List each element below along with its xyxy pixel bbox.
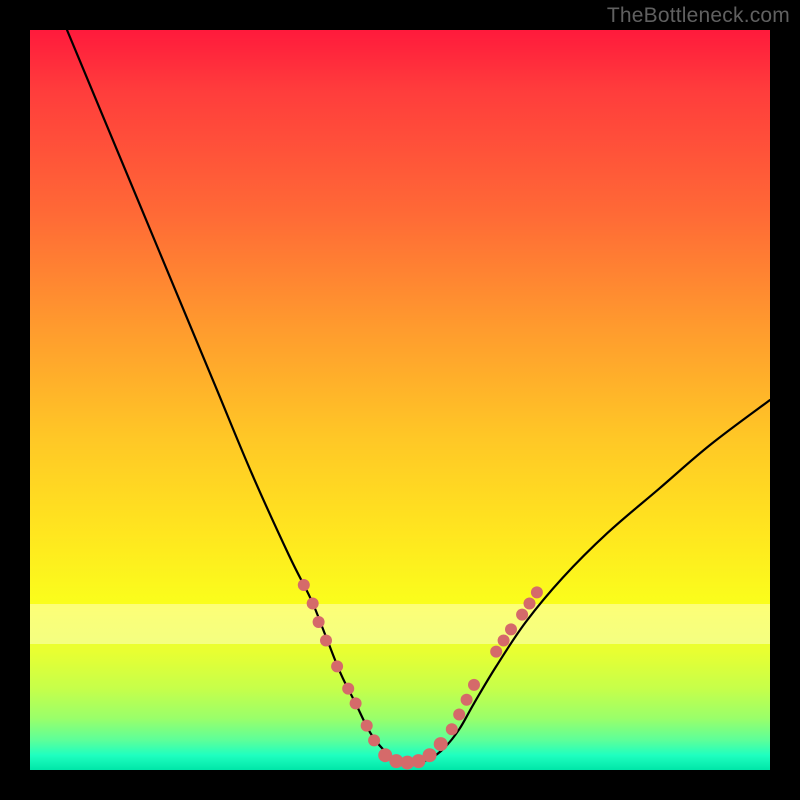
data-point bbox=[453, 709, 465, 721]
data-point bbox=[313, 616, 325, 628]
data-markers bbox=[298, 579, 543, 770]
data-point bbox=[490, 646, 502, 658]
data-point bbox=[368, 734, 380, 746]
data-point bbox=[434, 737, 448, 751]
data-point bbox=[516, 609, 528, 621]
data-point bbox=[461, 694, 473, 706]
data-point bbox=[342, 683, 354, 695]
data-point bbox=[298, 579, 310, 591]
data-point bbox=[524, 598, 536, 610]
curve-layer bbox=[30, 30, 770, 770]
data-point bbox=[505, 623, 517, 635]
data-point bbox=[331, 660, 343, 672]
plot-area bbox=[30, 30, 770, 770]
watermark-text: TheBottleneck.com bbox=[607, 4, 790, 28]
data-point bbox=[320, 635, 332, 647]
data-point bbox=[361, 720, 373, 732]
data-point bbox=[423, 748, 437, 762]
data-point bbox=[446, 723, 458, 735]
data-point bbox=[307, 598, 319, 610]
data-point bbox=[531, 586, 543, 598]
chart-frame: TheBottleneck.com bbox=[0, 0, 800, 800]
data-point bbox=[468, 679, 480, 691]
bottleneck-curve bbox=[67, 30, 770, 764]
data-point bbox=[350, 697, 362, 709]
data-point bbox=[498, 635, 510, 647]
